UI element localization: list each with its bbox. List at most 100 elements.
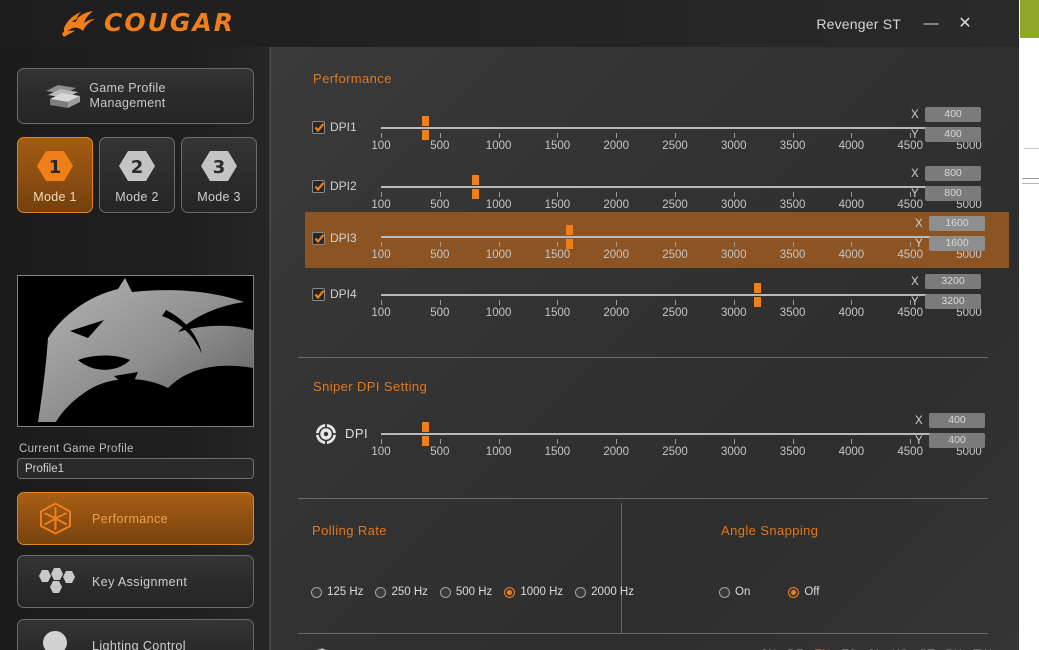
angle-snapping-option-0[interactable]: On <box>719 586 750 598</box>
dpi-slider[interactable]: 1005001000150020002500300035004000450050… <box>381 103 969 155</box>
dpi-xy-values: X 400 Y 400 <box>911 107 999 147</box>
radio-dot[interactable] <box>311 587 322 598</box>
polling-rate-option-3[interactable]: 1000 Hz <box>504 586 563 598</box>
radio-dot[interactable] <box>375 587 386 598</box>
slider-tick <box>851 133 852 138</box>
dpi-xy-values: X 400 Y 400 <box>915 413 1003 453</box>
slider-track[interactable] <box>381 236 969 238</box>
mode-label-1: Mode 1 <box>18 190 92 204</box>
slider-tick-label: 100 <box>371 307 390 319</box>
slider-track[interactable] <box>381 186 969 188</box>
dpi-checkbox-3[interactable] <box>312 232 325 245</box>
dpi-x-value[interactable]: 3200 <box>925 274 981 289</box>
slider-tick-label: 3000 <box>721 249 747 261</box>
slider-ticks: 1005001000150020002500300035004000450050… <box>381 192 969 214</box>
slider-tick <box>851 192 852 197</box>
dpi-slider[interactable]: 1005001000150020002500300035004000450050… <box>381 162 969 214</box>
dpi-label-4: DPI4 <box>330 287 357 301</box>
slider-tick-label: 1000 <box>486 249 512 261</box>
angle-snapping-option-1[interactable]: Off <box>788 586 819 598</box>
slider-tick-label: 4000 <box>839 446 865 458</box>
dpi-x-value[interactable]: 400 <box>925 107 981 122</box>
dpi-y-value[interactable]: 800 <box>925 186 981 201</box>
mode-badge-3-icon: 3 <box>201 149 237 183</box>
dpi-slider[interactable]: 1005001000150020002500300035004000450050… <box>381 212 969 264</box>
slider-tick <box>557 439 558 444</box>
slider-tick-label: 500 <box>430 446 449 458</box>
dpi-checkbox-4[interactable] <box>312 288 325 301</box>
slider-track[interactable] <box>381 294 969 296</box>
dpi-slider[interactable]: 1005001000150020002500300035004000450050… <box>381 409 969 461</box>
slider-tick-label: 500 <box>430 140 449 152</box>
dpi-x-value[interactable]: 400 <box>929 413 985 428</box>
slider-tick-label: 500 <box>430 199 449 211</box>
sidebar-item-lighting-control[interactable]: Lighting Control <box>17 619 254 650</box>
radio-dot[interactable] <box>719 587 730 598</box>
radio-dot[interactable] <box>575 587 586 598</box>
dpi-y-value[interactable]: 1600 <box>929 236 985 251</box>
dpi-slider[interactable]: 1005001000150020002500300035004000450050… <box>381 270 969 322</box>
vertical-divider <box>621 503 622 633</box>
slider-tick-label: 2000 <box>603 307 629 319</box>
dpi-y-value[interactable]: 400 <box>925 127 981 142</box>
slider-tick <box>616 133 617 138</box>
slider-tick <box>675 300 676 305</box>
polling-rate-option-1[interactable]: 250 Hz <box>375 586 427 598</box>
divider <box>298 498 988 499</box>
dpi-x-value[interactable]: 800 <box>925 166 981 181</box>
game-profile-management-button[interactable]: Game ProfileManagement <box>17 68 254 124</box>
radio-dot[interactable] <box>504 587 515 598</box>
slider-handle[interactable] <box>472 175 479 200</box>
slider-tick-label: 3500 <box>780 199 806 211</box>
slider-track[interactable] <box>381 433 969 435</box>
slider-ticks: 1005001000150020002500300035004000450050… <box>381 300 969 322</box>
sidebar-label-lighting-control: Lighting Control <box>92 639 186 650</box>
dpi-row-3: DPI3100500100015002000250030003500400045… <box>305 212 1009 268</box>
minimize-button[interactable]: — <box>921 14 941 34</box>
slider-tick <box>910 439 911 444</box>
product-image <box>17 275 254 427</box>
dpi-label-3: DPI3 <box>330 231 357 245</box>
close-button[interactable]: ✕ <box>955 14 975 34</box>
dpi-checkbox-1[interactable] <box>312 121 325 134</box>
slider-handle[interactable] <box>754 283 761 308</box>
slider-tick-label: 1500 <box>545 446 571 458</box>
slider-tick-label: 3000 <box>721 446 747 458</box>
radio-dot[interactable] <box>788 587 799 598</box>
mode-button-3[interactable]: 3 Mode 3 <box>181 137 257 213</box>
slider-handle[interactable] <box>422 422 429 447</box>
slider-handle[interactable] <box>422 116 429 141</box>
dpi-label-2: DPI2 <box>330 179 357 193</box>
slider-track[interactable] <box>381 127 969 129</box>
sidebar-item-performance[interactable]: Performance <box>17 492 254 545</box>
polling-rate-option-4[interactable]: 2000 Hz <box>575 586 634 598</box>
profile-name-input[interactable] <box>17 458 254 479</box>
folder-stack-icon <box>42 82 86 112</box>
slider-tick-label: 4000 <box>839 249 865 261</box>
slider-tick-label: 3500 <box>780 140 806 152</box>
slider-tick <box>734 300 735 305</box>
dpi-y-value[interactable]: 3200 <box>925 294 981 309</box>
dpi-label-1: DPI1 <box>330 120 357 134</box>
slider-ticks: 1005001000150020002500300035004000450050… <box>381 439 969 461</box>
hexagon-performance-icon <box>18 502 92 535</box>
polling-rate-option-2[interactable]: 500 Hz <box>440 586 492 598</box>
slider-tick <box>499 242 500 247</box>
slider-tick-label: 1500 <box>545 249 571 261</box>
slider-tick <box>499 439 500 444</box>
slider-tick <box>793 439 794 444</box>
polling-rate-option-0[interactable]: 125 Hz <box>311 586 363 598</box>
dpi-x-value[interactable]: 1600 <box>929 216 985 231</box>
dpi-y-value[interactable]: 400 <box>929 433 985 448</box>
dpi-checkbox-2[interactable] <box>312 180 325 193</box>
divider <box>298 357 988 358</box>
slider-tick <box>381 300 382 305</box>
sidebar-item-key-assignment[interactable]: Key Assignment <box>17 555 254 608</box>
radio-dot[interactable] <box>440 587 451 598</box>
slider-handle[interactable] <box>566 225 573 250</box>
sidebar: Game ProfileManagement 1 Mode 1 2 Mode 2 <box>0 47 270 650</box>
mode-button-1[interactable]: 1 Mode 1 <box>17 137 93 213</box>
sidebar-label-key-assignment: Key Assignment <box>92 575 187 589</box>
background-window-line <box>1022 183 1039 184</box>
mode-button-2[interactable]: 2 Mode 2 <box>99 137 175 213</box>
